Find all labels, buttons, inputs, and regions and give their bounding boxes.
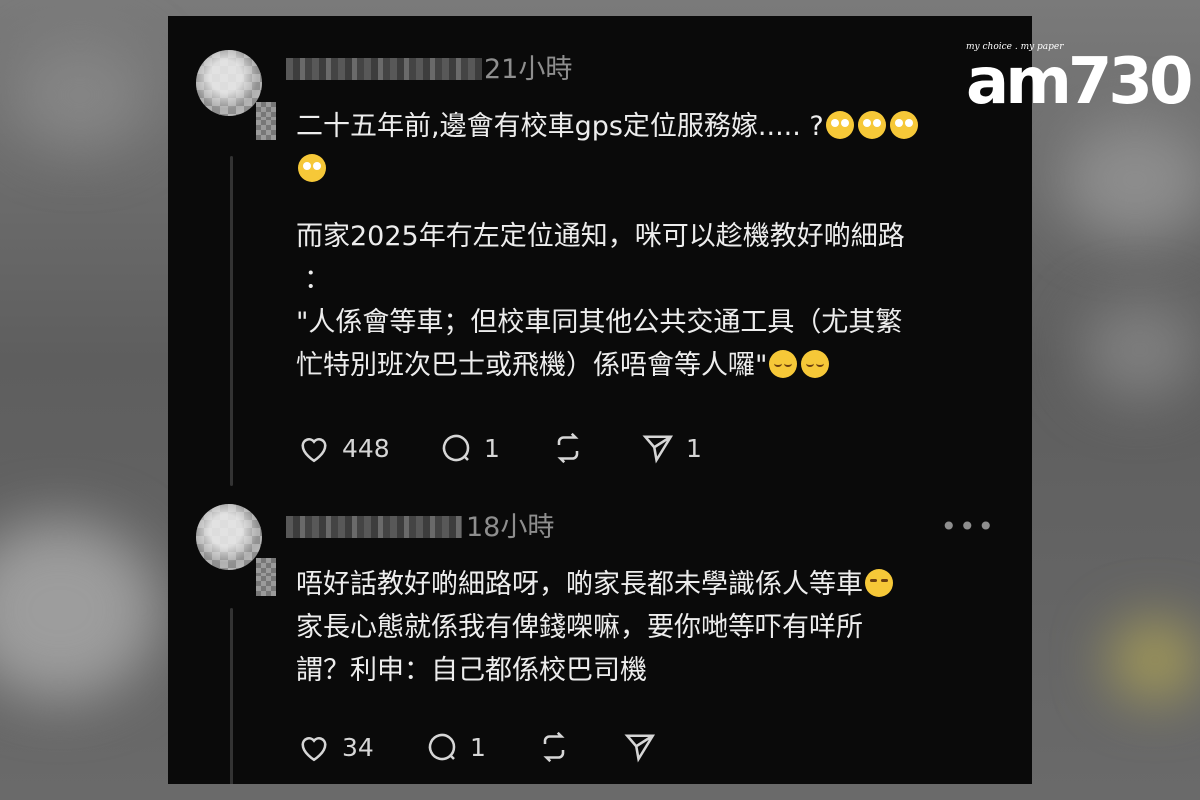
post-time: 18小時 <box>466 512 555 543</box>
share-count: 1 <box>686 433 702 463</box>
thread-connector <box>230 156 233 486</box>
like-count: 448 <box>342 433 390 463</box>
heart-icon <box>301 737 327 762</box>
like-button[interactable]: 448 <box>296 428 390 468</box>
comment-actions: 34 1 <box>296 727 796 767</box>
heart-icon <box>301 438 327 463</box>
reply-count: 1 <box>484 433 500 463</box>
send-icon <box>642 435 674 464</box>
thread-connector <box>230 608 233 784</box>
username-pixelated[interactable] <box>286 58 482 80</box>
comment-text: 二十五年前,邊會有校車gps定位服務嫁..... ? 而家2025年冇左定位通知… <box>296 105 920 387</box>
reply-count: 1 <box>470 732 486 762</box>
rolling-eyes-emoji-icon <box>857 111 886 139</box>
username-pixelated[interactable] <box>286 516 462 538</box>
thread-screenshot: 21小時 二十五年前,邊會有校車gps定位服務嫁..... ? 而家2025年冇… <box>168 16 1032 784</box>
rolling-eyes-emoji-icon <box>889 111 918 139</box>
share-button[interactable] <box>622 727 658 767</box>
reply-button[interactable]: 1 <box>438 428 500 468</box>
avatar[interactable] <box>196 504 262 570</box>
expressionless-emoji-icon <box>865 569 893 597</box>
comment-actions: 448 1 1 <box>296 428 796 468</box>
repost-icon <box>543 731 565 763</box>
post-time: 21小時 <box>484 54 573 85</box>
avatar[interactable] <box>196 50 262 116</box>
comment-text: 唔好話教好啲細路呀，啲家長都未學識係人等車 家長心態就係我有俾錢㗎嘛，要你哋等吓… <box>296 563 895 692</box>
repost-icon <box>557 432 579 464</box>
comment-bubble-icon <box>428 733 456 761</box>
more-options-button[interactable]: ••• <box>940 510 996 543</box>
repost-button[interactable] <box>550 428 586 468</box>
comment-bubble-icon <box>442 434 470 462</box>
logo-mark: am730 <box>966 45 1193 119</box>
relieved-emoji-icon <box>769 350 798 378</box>
share-button[interactable]: 1 <box>640 428 702 468</box>
relieved-emoji-icon <box>801 350 830 378</box>
rolling-eyes-emoji-icon <box>825 111 854 139</box>
send-icon <box>624 734 656 763</box>
repost-button[interactable] <box>536 727 572 767</box>
like-count: 34 <box>342 732 374 762</box>
reply-button[interactable]: 1 <box>424 727 486 767</box>
rolling-eyes-emoji-icon <box>298 154 326 182</box>
like-button[interactable]: 34 <box>296 727 374 767</box>
